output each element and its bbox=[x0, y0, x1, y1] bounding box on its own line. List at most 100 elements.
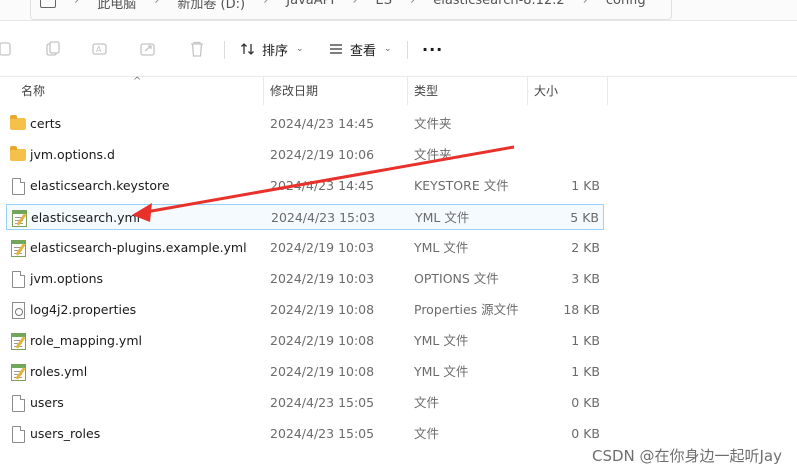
file-row[interactable]: elasticsearch.keystore 2024/4/23 14:45 KEY… bbox=[6, 173, 604, 199]
chevron-down-icon: ⌄ bbox=[384, 44, 392, 54]
file-name: roles.yml bbox=[30, 364, 88, 379]
file-row[interactable]: jvm.options 2024/2/19 10:03 OPTIONS 文件 3 KB bbox=[6, 266, 604, 292]
file-date: 2024/2/19 10:08 bbox=[270, 333, 375, 348]
file-type: YML 文件 bbox=[415, 210, 470, 225]
file-icon bbox=[10, 271, 26, 288]
notepad-icon bbox=[11, 210, 27, 227]
file-row[interactable]: elasticsearch-plugins.example.yml 2024/2/… bbox=[6, 235, 604, 261]
file-size: 2 KB bbox=[571, 240, 600, 255]
breadcrumb-separator-icon: › bbox=[154, 0, 160, 8]
file-type: KEYSTORE 文件 bbox=[414, 178, 509, 193]
column-divider[interactable] bbox=[607, 77, 608, 105]
watermark: CSDN @在你身边一起听Jay bbox=[591, 447, 782, 465]
file-type: 文件夹 bbox=[414, 116, 452, 131]
breadcrumb-item[interactable]: elasticsearch-8.12.2 bbox=[433, 0, 564, 12]
column-size[interactable]: 大小 bbox=[527, 77, 607, 105]
file-type: YML 文件 bbox=[414, 333, 469, 348]
sort-label: 排序 bbox=[262, 43, 289, 59]
file-date: 2024/2/19 10:03 bbox=[270, 271, 375, 286]
file-type: 文件夹 bbox=[414, 147, 452, 162]
file-type: Properties 源文件 bbox=[414, 302, 519, 317]
sort-button[interactable]: 排序 ⌄ bbox=[240, 37, 304, 61]
column-type[interactable]: 类型 bbox=[407, 77, 527, 105]
column-name[interactable]: 名称 bbox=[14, 77, 262, 105]
file-date: 2024/2/19 10:08 bbox=[270, 364, 375, 379]
delete-icon[interactable] bbox=[186, 38, 208, 60]
breadcrumb-separator-icon: › bbox=[352, 0, 358, 8]
file-date: 2024/2/19 10:08 bbox=[270, 302, 375, 317]
breadcrumb-separator-icon: › bbox=[410, 0, 416, 8]
file-date: 2024/4/23 15:03 bbox=[271, 210, 376, 225]
computer-icon bbox=[40, 0, 56, 8]
file-size: 1 KB bbox=[571, 364, 600, 379]
chevron-down-icon: ⌄ bbox=[296, 44, 304, 54]
folder-icon bbox=[10, 146, 26, 163]
file-name: jvm.options.d bbox=[30, 147, 115, 162]
file-type: 文件 bbox=[414, 426, 440, 441]
file-type: YML 文件 bbox=[414, 364, 469, 379]
folder-icon bbox=[10, 115, 26, 132]
file-size: 0 KB bbox=[571, 395, 600, 410]
file-name: users bbox=[30, 395, 64, 410]
file-row[interactable]: role_mapping.yml 2024/2/19 10:08 YML 文件 1 K… bbox=[6, 328, 604, 354]
file-name: elasticsearch.yml bbox=[31, 210, 141, 225]
file-row-selected[interactable]: elasticsearch.yml 2024/4/23 15:03 YML 文件 5 … bbox=[6, 204, 604, 230]
breadcrumb-item[interactable]: JavaAPI bbox=[286, 0, 334, 12]
file-name: role_mapping.yml bbox=[30, 333, 142, 348]
file-type: 文件 bbox=[414, 395, 440, 410]
breadcrumb-separator-icon: › bbox=[263, 0, 269, 8]
view-icon bbox=[330, 44, 342, 54]
file-date: 2024/4/23 14:45 bbox=[270, 178, 375, 193]
file-date: 2024/4/23 15:05 bbox=[270, 426, 375, 441]
file-row[interactable]: users_roles 2024/4/23 15:05 文件 0 KB bbox=[6, 421, 604, 447]
cut-icon[interactable] bbox=[0, 38, 16, 60]
share-icon[interactable] bbox=[137, 38, 159, 60]
file-name: elasticsearch.keystore bbox=[30, 178, 170, 193]
file-icon bbox=[10, 395, 26, 412]
file-name: users_roles bbox=[30, 426, 101, 441]
file-type: OPTIONS 文件 bbox=[414, 271, 499, 286]
breadcrumb-item[interactable]: 此电脑 bbox=[97, 0, 136, 12]
view-label: 查看 bbox=[350, 43, 377, 59]
file-type: YML 文件 bbox=[414, 240, 469, 255]
notepad-icon bbox=[10, 333, 26, 350]
file-name: elasticsearch-plugins.example.yml bbox=[30, 240, 247, 255]
file-icon bbox=[10, 178, 26, 195]
file-name: log4j2.properties bbox=[30, 302, 137, 317]
sort-icon bbox=[241, 43, 254, 55]
file-name: jvm.options bbox=[30, 271, 104, 286]
properties-icon bbox=[10, 302, 26, 319]
breadcrumb-item[interactable]: ES bbox=[376, 0, 392, 12]
notepad-icon bbox=[10, 364, 26, 381]
file-row[interactable]: users 2024/4/23 15:05 文件 0 KB bbox=[6, 390, 604, 416]
file-row[interactable]: log4j2.properties 2024/2/19 10:08 Properti… bbox=[6, 297, 604, 323]
toolbar-divider bbox=[407, 41, 408, 59]
file-date: 2024/4/23 14:45 bbox=[270, 116, 375, 131]
rename-icon[interactable]: A bbox=[89, 38, 111, 60]
file-row[interactable]: jvm.options.d 2024/2/19 10:06 文件夹 bbox=[6, 142, 604, 168]
file-row[interactable]: certs 2024/4/23 14:45 文件夹 bbox=[6, 111, 604, 137]
file-date: 2024/4/23 15:05 bbox=[270, 395, 375, 410]
file-date: 2024/2/19 10:06 bbox=[270, 147, 375, 162]
toolbar-divider bbox=[224, 41, 225, 59]
more-options-button[interactable]: ··· bbox=[422, 37, 443, 61]
svg-text:A: A bbox=[96, 45, 102, 54]
file-date: 2024/2/19 10:03 bbox=[270, 240, 375, 255]
address-bar[interactable]: › 此电脑 › 新加卷 (D:) › JavaAPI › ES › elasti… bbox=[0, 0, 797, 21]
file-size: 1 KB bbox=[571, 178, 600, 193]
breadcrumb-item[interactable]: 新加卷 (D:) bbox=[177, 0, 245, 12]
file-size: 3 KB bbox=[571, 271, 600, 286]
file-icon bbox=[10, 426, 26, 443]
breadcrumb-item[interactable]: config bbox=[606, 0, 646, 12]
file-row[interactable]: roles.yml 2024/2/19 10:08 YML 文件 1 KB bbox=[6, 359, 604, 385]
file-size: 18 KB bbox=[563, 302, 600, 317]
column-header: ^ 名称 修改日期 类型 大小 bbox=[0, 76, 797, 105]
file-size: 5 KB bbox=[570, 210, 599, 225]
file-size: 0 KB bbox=[571, 426, 600, 441]
command-bar: A 排序 ⌄ 查看 ⌄ ··· bbox=[0, 28, 797, 70]
file-name: certs bbox=[30, 116, 62, 131]
view-button[interactable]: 查看 ⌄ bbox=[328, 37, 392, 61]
copy-icon[interactable] bbox=[42, 38, 64, 60]
column-date[interactable]: 修改日期 bbox=[263, 77, 407, 105]
breadcrumb-separator-icon: › bbox=[74, 0, 80, 8]
